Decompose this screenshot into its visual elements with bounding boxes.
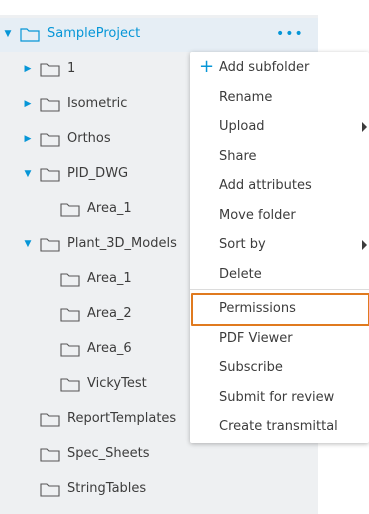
- menu-item-label: Move folder: [219, 208, 296, 223]
- folder-label[interactable]: PID_DWG: [67, 166, 128, 182]
- folder-label[interactable]: Isometric: [67, 96, 127, 112]
- folder-label[interactable]: Orthos: [67, 131, 111, 147]
- menu-item-label: Rename: [219, 90, 273, 105]
- folder-icon: [40, 63, 60, 77]
- folder-label[interactable]: Area_1: [87, 271, 132, 287]
- folder-label[interactable]: VickyTest: [87, 376, 147, 392]
- expand-toggle-icon[interactable]: ▶: [23, 99, 33, 109]
- folder-icon: [40, 413, 60, 427]
- plus-icon: +: [199, 56, 215, 77]
- menu-item-label: Subscribe: [219, 360, 283, 375]
- folder-label[interactable]: Plant_3D_Models: [67, 236, 177, 252]
- folder-label[interactable]: Area_2: [87, 306, 132, 322]
- menu-item-pdf-viewer[interactable]: PDF Viewer: [190, 325, 369, 353]
- menu-item-label: Delete: [219, 267, 262, 282]
- menu-item-delete[interactable]: Delete: [190, 261, 369, 289]
- menu-item-upload[interactable]: Upload: [190, 113, 369, 141]
- menu-item-create-transmittal[interactable]: Create transmittal: [190, 413, 369, 441]
- folder-label[interactable]: ReportTemplates: [67, 411, 176, 427]
- menu-item-label: Create transmittal: [219, 419, 338, 434]
- folder-label[interactable]: 1: [67, 61, 75, 77]
- folder-label[interactable]: Spec_Sheets: [67, 446, 150, 462]
- permissions-highlight-box: [191, 293, 369, 326]
- menu-item-sort-by[interactable]: Sort by: [190, 231, 369, 259]
- folder-icon: [40, 483, 60, 497]
- folder-icon: [60, 343, 80, 357]
- menu-item-label: Share: [219, 149, 257, 164]
- context-menu: + Add subfolder Rename Upload Share Add …: [190, 52, 369, 443]
- menu-divider: [190, 289, 369, 290]
- menu-item-label: Add attributes: [219, 178, 312, 193]
- menu-item-move-folder[interactable]: Move folder: [190, 202, 369, 230]
- folder-icon: [40, 448, 60, 462]
- menu-item-label: Sort by: [219, 237, 266, 252]
- folder-label[interactable]: Area_6: [87, 341, 132, 357]
- folder-icon: [40, 168, 60, 182]
- menu-item-add-attributes[interactable]: Add attributes: [190, 172, 369, 200]
- menu-item-submit-for-review[interactable]: Submit for review: [190, 384, 369, 412]
- menu-item-label: Add subfolder: [219, 60, 310, 75]
- menu-item-subscribe[interactable]: Subscribe: [190, 354, 369, 382]
- folder-icon: [60, 308, 80, 322]
- folder-label[interactable]: StringTables: [67, 481, 146, 497]
- menu-item-rename[interactable]: Rename: [190, 84, 369, 112]
- collapse-toggle-icon[interactable]: ▼: [23, 169, 33, 179]
- folder-icon: [40, 98, 60, 112]
- folder-icon: [60, 203, 80, 217]
- expand-toggle-icon[interactable]: ▼: [3, 29, 13, 39]
- expand-toggle-icon[interactable]: ▶: [23, 64, 33, 74]
- menu-item-add-subfolder[interactable]: + Add subfolder: [190, 54, 369, 82]
- menu-item-label: Submit for review: [219, 390, 335, 405]
- collapse-toggle-icon[interactable]: ▼: [23, 239, 33, 249]
- menu-item-label: Upload: [219, 119, 265, 134]
- folder-icon: [20, 28, 40, 42]
- submenu-arrow-icon: [362, 240, 367, 250]
- menu-item-label: PDF Viewer: [219, 331, 293, 346]
- submenu-arrow-icon: [362, 122, 367, 132]
- folder-icon: [40, 133, 60, 147]
- folder-label[interactable]: Area_1: [87, 201, 132, 217]
- expand-toggle-icon[interactable]: ▶: [23, 134, 33, 144]
- root-folder-label[interactable]: SampleProject: [47, 26, 140, 42]
- more-horizontal-icon[interactable]: •••: [276, 26, 304, 42]
- folder-icon: [40, 238, 60, 252]
- menu-item-share[interactable]: Share: [190, 143, 369, 171]
- folder-icon: [60, 378, 80, 392]
- folder-icon: [60, 273, 80, 287]
